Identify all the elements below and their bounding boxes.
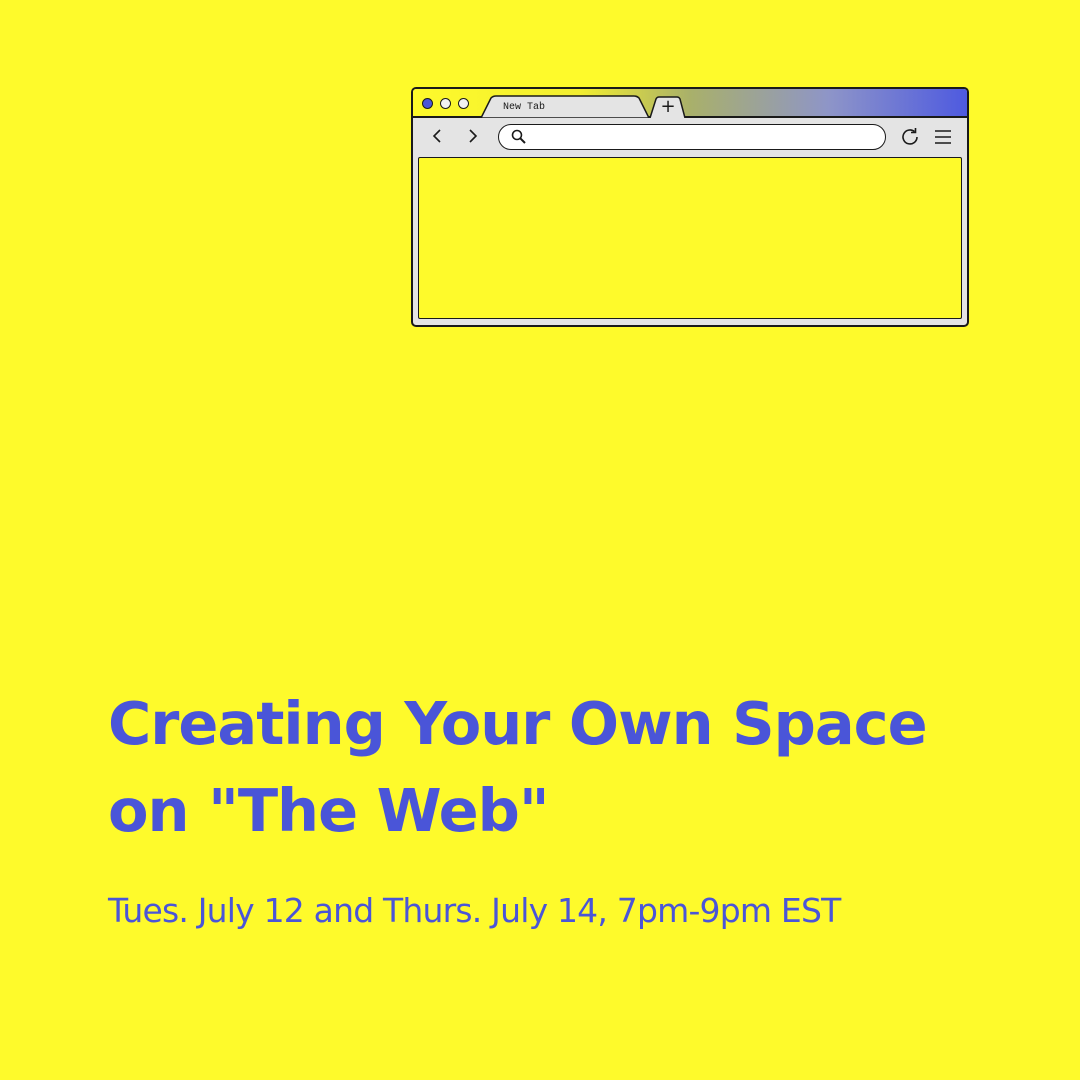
back-button[interactable]: [426, 125, 448, 147]
browser-toolbar: [413, 118, 967, 156]
tab-new-tab[interactable]: New Tab: [503, 102, 545, 114]
hamburger-menu-icon[interactable]: [931, 125, 955, 149]
event-title-line-2: on "The Web": [108, 776, 550, 845]
reload-icon[interactable]: [898, 125, 922, 149]
event-schedule: Tues. July 12 and Thurs. July 14, 7pm-9p…: [108, 891, 841, 930]
address-input[interactable]: [533, 127, 877, 148]
address-bar[interactable]: [498, 124, 886, 150]
event-title: Creating Your Own Space on "The Web": [108, 680, 1008, 854]
browser-window-illustration: New Tab +: [411, 87, 969, 327]
chevron-left-icon: [432, 129, 441, 143]
browser-viewport: [418, 157, 962, 319]
forward-button[interactable]: [462, 125, 484, 147]
chevron-right-icon: [469, 129, 478, 143]
new-tab-button[interactable]: +: [655, 98, 681, 116]
browser-titlebar: New Tab +: [413, 89, 967, 118]
search-icon: [511, 129, 526, 144]
event-title-line-1: Creating Your Own Space: [108, 689, 928, 758]
